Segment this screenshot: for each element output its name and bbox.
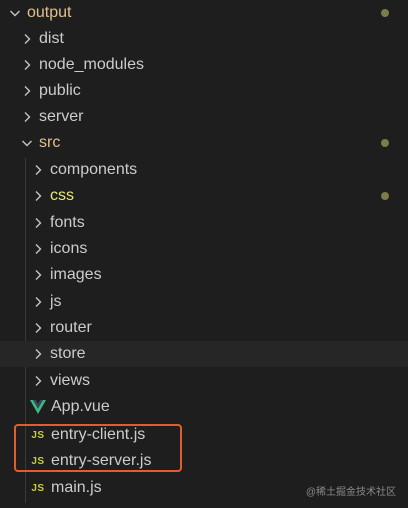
chevron-down-icon (8, 6, 22, 20)
tree-folder-label: fonts (50, 214, 85, 231)
tree-folder-output[interactable]: output (0, 0, 408, 26)
tree-folder-components[interactable]: components (0, 157, 408, 183)
modified-indicator-dot (381, 192, 389, 200)
tree-folder-label: views (50, 372, 91, 389)
tree-folder-label: node_modules (39, 56, 144, 73)
tree-folder-node-modules[interactable]: node_modules (0, 52, 408, 78)
chevron-down-icon (20, 136, 34, 150)
tree-folder-label: store (50, 345, 86, 362)
tree-folder-dist[interactable]: dist (0, 26, 408, 52)
chevron-right-icon (31, 242, 45, 256)
tree-folder-server[interactable]: server (0, 104, 408, 130)
tree-file-app-vue[interactable]: App.vue (0, 394, 408, 420)
modified-indicator-dot (381, 9, 389, 17)
tree-folder-label: js (50, 293, 62, 310)
tree-folder-label: css (50, 187, 74, 204)
tree-folder-views[interactable]: views (0, 368, 408, 394)
tree-folder-label: dist (39, 30, 64, 47)
modified-indicator-dot (381, 139, 389, 147)
chevron-right-icon (31, 347, 45, 361)
tree-folder-src[interactable]: src (0, 130, 408, 156)
watermark-text: @稀土掘金技术社区 (305, 487, 396, 498)
chevron-right-icon (31, 268, 45, 282)
chevron-right-icon (31, 374, 45, 388)
tree-folder-fonts[interactable]: fonts (0, 210, 408, 236)
chevron-right-icon (31, 163, 45, 177)
highlight-annotation-box (14, 424, 182, 472)
chevron-right-icon (20, 32, 34, 46)
tree-folder-js[interactable]: js (0, 289, 408, 315)
file-explorer: output dist node_modules public server s… (0, 0, 408, 508)
chevron-right-icon (31, 295, 45, 309)
chevron-right-icon (31, 216, 45, 230)
tree-folder-label: router (50, 319, 92, 336)
js-file-icon: JS (31, 482, 45, 494)
chevron-right-icon (20, 84, 34, 98)
chevron-right-icon (31, 321, 45, 335)
tree-folder-label: images (50, 266, 102, 283)
tree-folder-router[interactable]: router (0, 315, 408, 341)
tree-folder-icons[interactable]: icons (0, 236, 408, 262)
tree-file-label: main.js (51, 479, 102, 496)
vue-icon (30, 400, 46, 414)
tree-folder-label: src (39, 134, 61, 151)
tree-folder-public[interactable]: public (0, 78, 408, 104)
tree-folder-label: server (39, 108, 84, 125)
tree-folder-label: public (39, 82, 81, 99)
chevron-right-icon (20, 110, 34, 124)
tree-folder-label: components (50, 161, 138, 178)
tree-folder-label: output (27, 4, 72, 21)
tree-file-label: App.vue (51, 398, 110, 415)
chevron-right-icon (31, 189, 45, 203)
tree-folder-label: icons (50, 240, 88, 257)
tree-folder-images[interactable]: images (0, 262, 408, 288)
tree-folder-store[interactable]: store (0, 341, 408, 367)
tree-folder-css[interactable]: css (0, 183, 408, 209)
chevron-right-icon (20, 58, 34, 72)
